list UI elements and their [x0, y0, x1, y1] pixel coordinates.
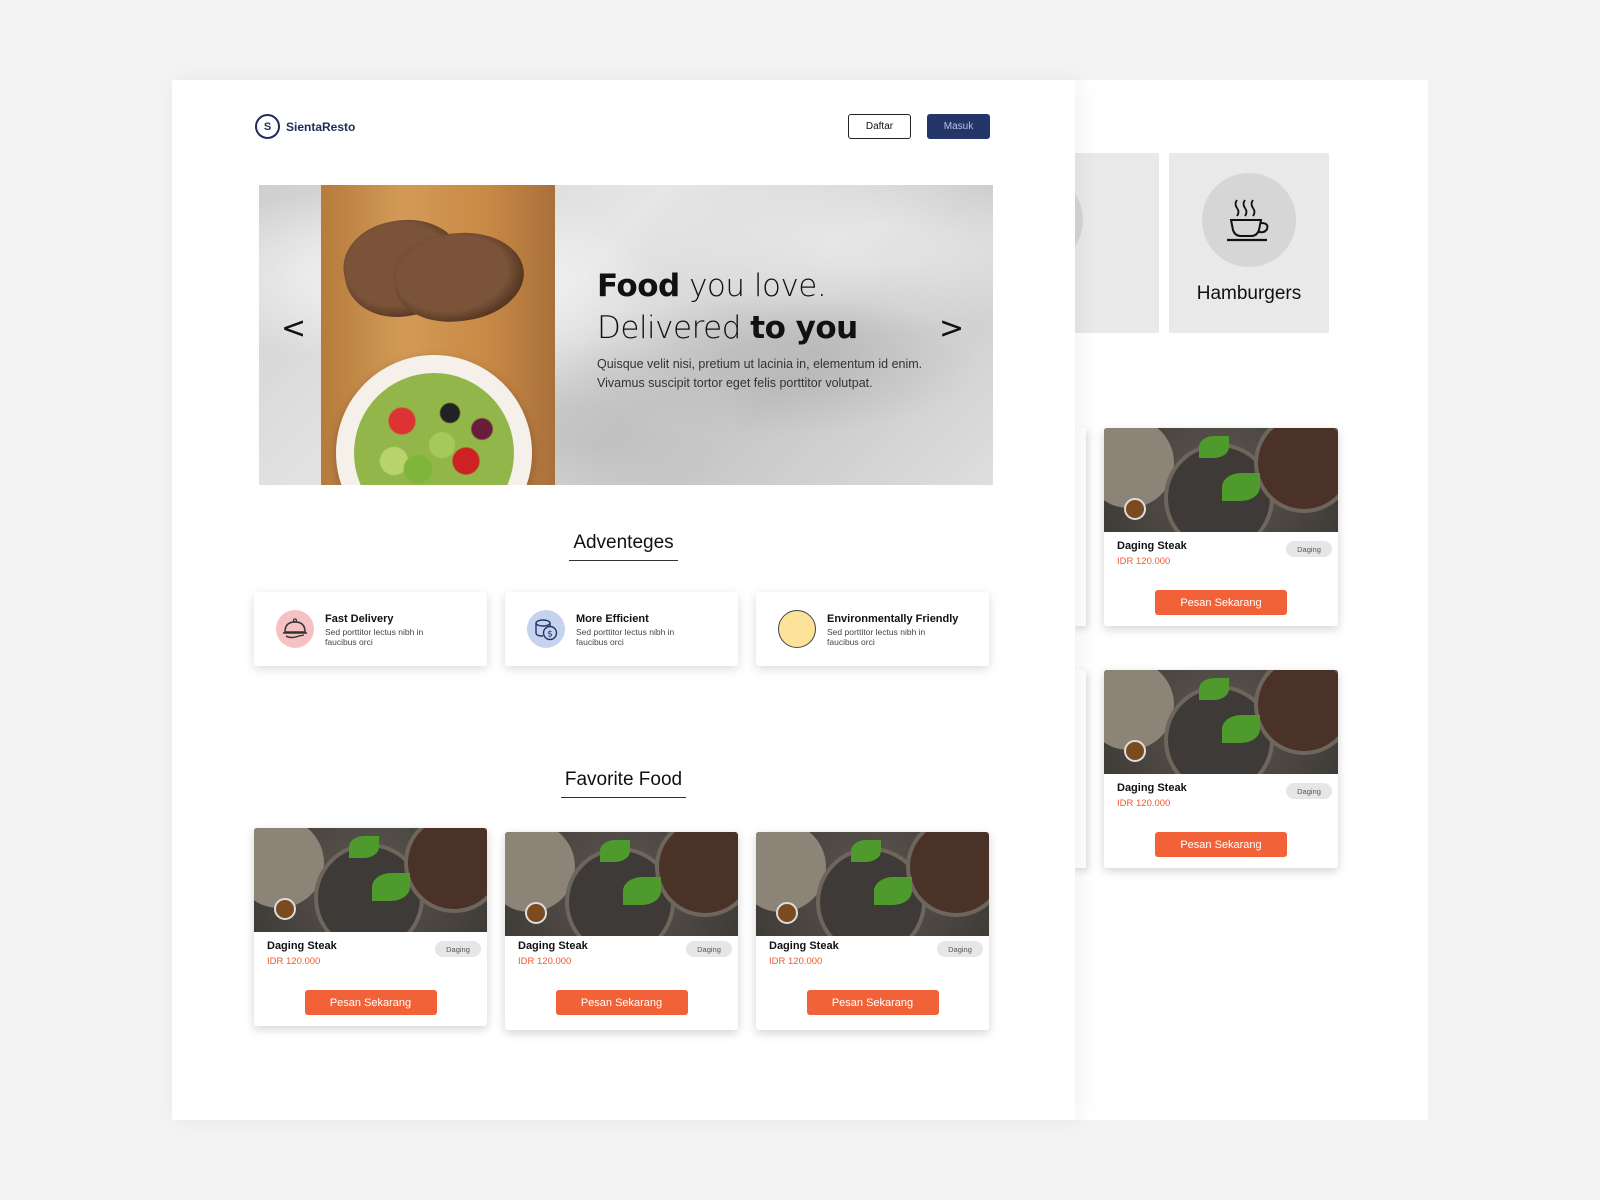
food-price: IDR 120.000 [1117, 556, 1171, 567]
food-tag-badge: Daging [1286, 783, 1332, 799]
hero-description: Quisque velit nisi, pretium ut lacinia i… [597, 357, 923, 390]
advantage-card-fast-delivery: Fast Delivery Sed porttitor lectus nibh … [254, 592, 487, 666]
advantage-card-environmentally-friendly: Environmentally Friendly Sed porttitor l… [756, 592, 989, 666]
order-now-button[interactable]: Pesan Sekarang [555, 990, 688, 1015]
coffee-cup-icon [1202, 173, 1296, 267]
food-name: Daging Steak [267, 940, 337, 952]
login-button[interactable]: Masuk [927, 114, 990, 139]
advantage-description: Sed porttitor lectus nibh in faucibus or… [325, 627, 424, 647]
leaf-circle-icon [778, 610, 816, 648]
category-label: Hamburgers [1196, 283, 1302, 304]
food-name: Daging Steak [769, 940, 839, 952]
logo-mark-icon: S [255, 114, 280, 139]
food-card: Daging Steak IDR 120.000 Daging Pesan Se… [1104, 670, 1338, 868]
carousel-prev-icon[interactable]: < [281, 311, 306, 346]
food-price: IDR 120.000 [769, 956, 823, 967]
advantages-heading: Adventeges [172, 532, 1075, 561]
food-price: IDR 120.000 [267, 956, 321, 967]
carousel-next-icon[interactable]: > [939, 311, 964, 346]
food-image [756, 832, 989, 936]
food-tag-badge: Daging [1286, 541, 1332, 557]
food-cloche-icon [276, 610, 314, 648]
food-tag-badge: Daging [435, 941, 481, 957]
food-price: IDR 120.000 [518, 956, 572, 967]
coins-icon: $ [527, 610, 565, 648]
food-card: Daging Steak IDR 120.000 Daging Pesan Se… [756, 832, 989, 1030]
brand-name: SientaResto [286, 119, 356, 134]
category-card-hamburgers[interactable]: Hamburgers [1169, 153, 1329, 333]
hero-title-bold: to you [750, 310, 858, 346]
advantage-title: More Efficient [576, 613, 649, 625]
food-image [505, 832, 738, 936]
order-now-button[interactable]: Pesan Sekarang [1155, 590, 1287, 615]
advantage-card-more-efficient: $ More Efficient Sed porttitor lectus ni… [505, 592, 738, 666]
brand-logo[interactable]: S SientaResto [255, 114, 355, 139]
advantages-heading-text: Adventeges [569, 532, 678, 561]
food-card: Daging Steak IDR 120.000 Daging Pesan Se… [505, 832, 738, 1030]
food-image [254, 828, 487, 932]
favorite-food-heading-text: Favorite Food [560, 769, 687, 798]
hero-title-text: you love. [679, 268, 827, 304]
favorite-food-heading: Favorite Food [172, 769, 1075, 798]
hero-title-bold: Food [597, 268, 680, 304]
advantage-description: Sed porttitor lectus nibh in faucibus or… [827, 627, 926, 647]
food-name: Daging Steak [1117, 540, 1187, 552]
food-name: Daging Steak [1117, 782, 1187, 794]
landing-page: S SientaResto Daftar Masuk < > Food you … [172, 80, 1075, 1120]
advantage-title: Environmentally Friendly [827, 613, 959, 625]
hero-title: Food you love. Delivered to you [597, 265, 858, 349]
food-card: Daging Steak IDR 120.000 Daging Pesan Se… [254, 828, 487, 1026]
hero-title-text: Delivered [597, 310, 751, 346]
advantage-description: Sed porttitor lectus nibh in faucibus or… [576, 627, 675, 647]
order-now-button[interactable]: Pesan Sekarang [304, 990, 437, 1015]
hero-banner: < > Food you love. Delivered to you Quis… [259, 185, 993, 485]
food-name: Daging Steak [518, 940, 588, 952]
food-card: Daging Steak IDR 120.000 Daging Pesan Se… [1104, 428, 1338, 626]
food-tag-badge: Daging [686, 941, 732, 957]
order-now-button[interactable]: Pesan Sekarang [806, 990, 939, 1015]
food-image [1104, 670, 1338, 774]
food-price: IDR 120.000 [1117, 798, 1171, 809]
order-now-button[interactable]: Pesan Sekarang [1155, 832, 1287, 857]
food-tag-badge: Daging [937, 941, 983, 957]
food-image [1104, 428, 1338, 532]
register-button[interactable]: Daftar [848, 114, 911, 139]
advantage-title: Fast Delivery [325, 613, 394, 625]
svg-text:$: $ [547, 630, 553, 640]
